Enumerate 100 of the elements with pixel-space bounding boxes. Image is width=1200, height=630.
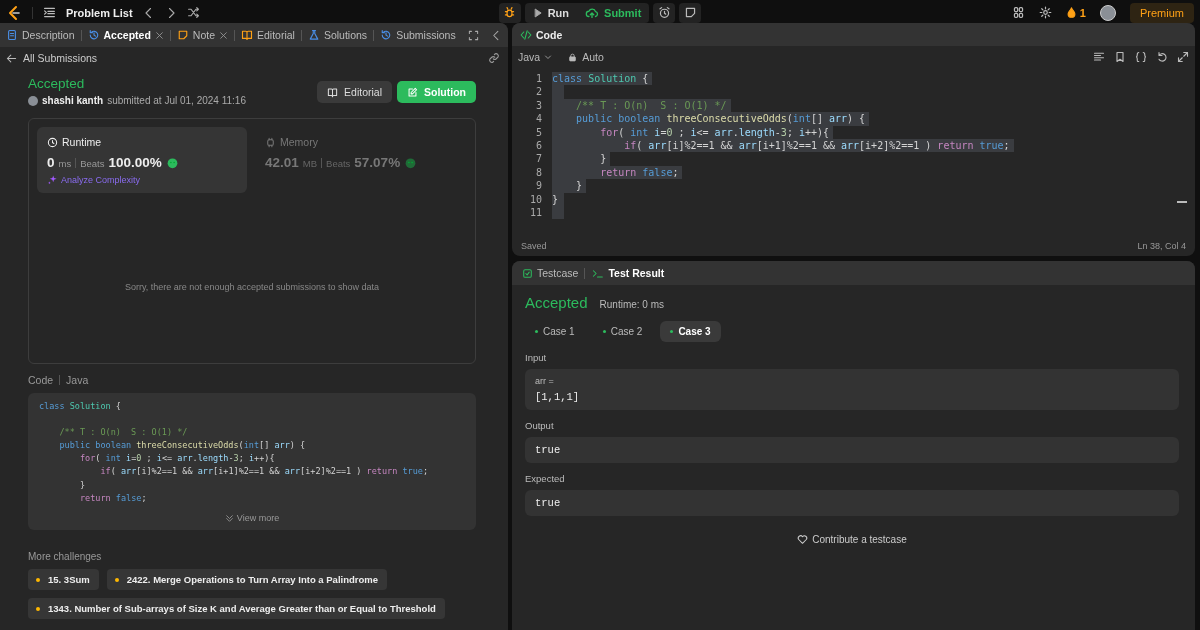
avatar[interactable] <box>1100 4 1116 21</box>
code-line: } <box>78 478 87 492</box>
close-icon[interactable] <box>219 30 228 40</box>
note-icon <box>683 6 697 19</box>
line-number: 7 <box>534 152 543 166</box>
list-icon <box>43 6 56 19</box>
format-icon <box>1093 51 1105 63</box>
line-number: 11 <box>528 205 543 220</box>
result-status: Accepted <box>525 294 588 311</box>
grid-icon <box>1011 6 1025 19</box>
line-number: 9 <box>534 179 543 193</box>
code-icon <box>520 28 532 41</box>
caret-icon <box>544 53 553 61</box>
stat-value: 42.01 <box>265 155 299 170</box>
panel-tab[interactable]: Test Result <box>591 267 665 279</box>
panel-tab[interactable]: Description <box>6 25 75 45</box>
value-text: [1,1,1] <box>535 391 581 403</box>
stat-unit: MB <box>302 158 318 169</box>
debug-button[interactable] <box>498 2 521 23</box>
note-icon <box>176 29 189 41</box>
case-tab[interactable]: Case 3 <box>660 321 721 342</box>
flask-icon <box>307 29 320 41</box>
panel-title: Code <box>536 28 563 41</box>
book-icon <box>327 86 339 98</box>
section-title: More challenges <box>28 551 103 562</box>
submission-status: Accepted <box>28 75 86 93</box>
heart-icon <box>797 534 809 545</box>
clock-icon <box>47 136 58 148</box>
line-number: 10 <box>528 192 543 206</box>
case-tab[interactable]: Case 2 <box>592 321 653 342</box>
run-button[interactable]: Run <box>524 2 578 23</box>
code-line: /** T : O(n) S : O(1) */ <box>58 426 189 440</box>
language-select[interactable]: Java <box>518 51 553 63</box>
bookmark-icon <box>1114 51 1126 63</box>
streak-count: 1 <box>1079 6 1086 19</box>
all-submissions-link[interactable]: All Submissions <box>23 52 98 64</box>
premium-button[interactable]: Premium <box>1130 2 1194 23</box>
challenge-chip[interactable]: 1343. Number of Sub-arrays of Size K and Average Greater than or Equal to Threshold <box>28 598 445 619</box>
history-icon <box>380 29 393 41</box>
beats-label: Beats <box>326 158 351 169</box>
back-arrow-icon <box>6 52 17 64</box>
shuffle-icon <box>186 6 200 19</box>
beats-label: Beats <box>80 158 105 169</box>
flame-icon <box>1065 6 1077 19</box>
user-name[interactable]: shashi kanth <box>42 95 104 106</box>
contribute-testcase-button[interactable]: Contribute a testcase <box>797 534 907 545</box>
stat-card[interactable]: Runtime 0 ms Beats 100.00% Analyze Complexity <box>37 127 247 193</box>
note-button[interactable] <box>679 2 702 23</box>
stat-label: Memory <box>280 136 318 148</box>
settings-icon <box>1038 6 1052 19</box>
problem-list-link[interactable]: Problem List <box>66 6 133 19</box>
panel-tab[interactable]: Accepted <box>87 25 164 45</box>
mode-label[interactable]: Auto <box>582 51 604 63</box>
save-status: Saved <box>521 241 547 251</box>
challenge-chip[interactable]: 15. 3Sum <box>28 569 99 590</box>
play-icon <box>532 7 543 18</box>
field-label: Output <box>525 420 555 431</box>
doc-icon <box>6 29 18 41</box>
line-number: 8 <box>534 165 543 180</box>
submission-time: submitted at Jul 01, 2024 11:16 <box>107 95 246 106</box>
sparkle-icon <box>47 174 58 185</box>
field-label: Input <box>525 352 548 363</box>
line-number: 2 <box>534 85 543 99</box>
panel-tab[interactable]: Testcase <box>522 267 579 279</box>
braces-icon <box>1135 51 1147 63</box>
panel-tab[interactable]: Solutions <box>307 25 368 45</box>
view-more-button[interactable]: View more <box>224 513 280 523</box>
edit-icon <box>407 86 418 98</box>
code-label: Code <box>28 374 54 386</box>
variable-name: arr = <box>535 376 555 386</box>
panel-tab[interactable]: Editorial <box>241 25 295 45</box>
bug-icon <box>503 6 517 19</box>
book-icon <box>241 29 253 41</box>
checkbox-icon <box>522 267 533 279</box>
challenge-chip[interactable]: 2422. Merge Operations to Turn Array Into a Palindrome <box>106 569 387 590</box>
submit-button[interactable]: Submit <box>577 2 650 23</box>
line-number: 6 <box>534 138 543 153</box>
runtime-text: Runtime: 0 ms <box>599 299 664 310</box>
line-number: 5 <box>534 125 543 139</box>
terminal-icon <box>591 267 605 279</box>
code-line: for( int i=0 ; i<= arr.length-3; i++){ <box>78 452 276 466</box>
alarm-button[interactable] <box>653 2 676 23</box>
expand-icon <box>1177 51 1189 63</box>
undo-icon <box>1156 51 1168 63</box>
cursor-position: Ln 38, Col 4 <box>1137 241 1186 251</box>
editorial-button[interactable]: Editorial <box>317 81 392 103</box>
alarm-icon <box>657 6 671 19</box>
case-tab[interactable]: Case 1 <box>525 321 585 342</box>
panel-tab[interactable]: Note <box>176 25 228 45</box>
line-number: 1 <box>534 72 543 86</box>
language-label: Java <box>66 374 89 386</box>
code-line: if( arr[i]%2==1 && arr[i+1]%2==1 && arr[i+2]%2==1 ) return true; <box>99 465 430 479</box>
lock-icon <box>568 52 578 62</box>
stat-label: Runtime <box>62 136 102 148</box>
value-text: true <box>535 497 562 509</box>
emoji-icon <box>165 156 179 169</box>
panel-tab[interactable]: Submissions <box>380 25 456 45</box>
code-line: class Solution { <box>39 400 122 413</box>
close-icon[interactable] <box>154 30 164 40</box>
emoji-icon <box>404 156 418 169</box>
